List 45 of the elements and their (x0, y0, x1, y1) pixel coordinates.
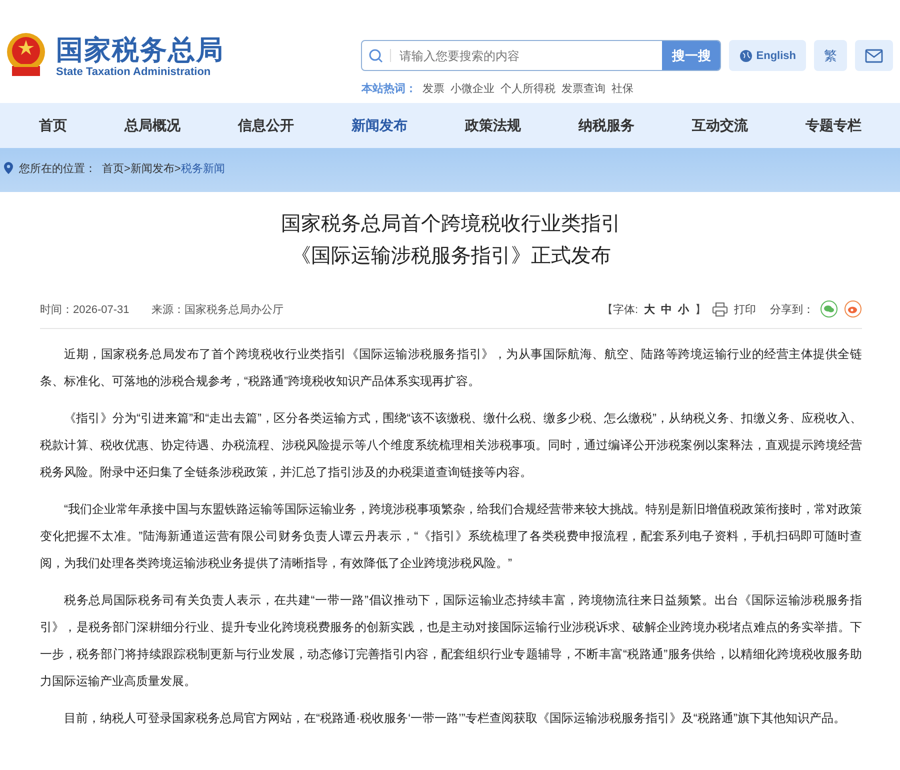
article-paragraph: “我们企业常年承接中国与东盟铁路运输等国际运输业务，跨境涉税事项繁杂，给我们合规经营带来较大挑战。特别是新旧增值税政策衔接时，常对政策变化把握不太准。”陆海新通道运营有限公司财务负责人谭云丹表示，“《指引》系统梳理了各类税费申报流程，配套系列电子资料，手机扫码即可随时查阅，为我们处理各类跨境运输涉税业务提供了清晰指导，有效降低了企业跨境涉税风险。” (40, 501, 862, 572)
nav-tab[interactable]: 新闻发布 (351, 116, 408, 134)
nav-tab[interactable]: 首页 (38, 116, 67, 134)
hot-words-label: 本站热词： (361, 82, 416, 96)
font-size-link[interactable]: 小 (678, 302, 689, 316)
nav-tab[interactable]: 总局概况 (124, 116, 180, 134)
nav-tab[interactable]: 互动交流 (692, 116, 748, 134)
breadcrumb-link[interactable]: 税务新闻 (180, 160, 225, 176)
hot-word-link[interactable]: 发票 (422, 81, 444, 96)
location-pin-icon (4, 162, 13, 174)
article-source: 来源：国家税务总局办公厅 (151, 302, 284, 316)
nav-tab[interactable]: 政策法规 (464, 116, 521, 134)
breadcrumb-label: 您所在的位置： (19, 162, 96, 176)
share-label: 分享到： (770, 302, 814, 316)
article-paragraph: 目前，纳税人可登录国家税务总局官方网站，在“税路通·税收服务‘一带一路’”专栏查阅获取《国际运输涉税服务指引》及“税路通”旗下其他知识产品。 (63, 710, 846, 727)
font-size-link[interactable]: 大 (644, 302, 655, 316)
traditional-chinese-button[interactable]: 繁 (814, 40, 847, 71)
nav-tab[interactable]: 信息公开 (238, 116, 294, 134)
breadcrumb-link[interactable]: 首页>新闻发布> (102, 160, 181, 176)
printer-icon[interactable] (712, 302, 728, 316)
font-size-link[interactable]: 中 (661, 302, 672, 316)
article-paragraph: 近期，国家税务总局发布了首个跨境税收行业类指引《国际运输涉税服务指引》，为从事国际航海、航空、陆路等跨境运输行业的经营主体提供全链条、标准化、可落地的涉税合规参考，“税路通”跨境税收知识产品体系实现再扩容。 (40, 346, 862, 390)
article-paragraph: 税务总局国际税务司有关负责人表示，在共建“一带一路”倡议推动下，国际运输业态持续丰富，跨境物流往来日益频繁。出台《国际运输涉税服务指引》，是税务部门深耕细分行业、提升专业化跨境税费服务的创新实践，也是主动对接国际运输行业涉税诉求、破解企业跨境办税堵点难点的务实举措。下一步，税务部门将持续跟踪税制更新与行业发展，动态修订完善指引内容，配套组织行业专题辅导，不断丰富“税路通”服务供给，以精细化跨境税收服务助力国际运输产业高质量发展。 (40, 592, 862, 690)
mail-button[interactable] (855, 40, 893, 71)
print-link[interactable]: 打印 (734, 302, 756, 316)
font-size-label: 【字体: (602, 302, 638, 316)
nav-tab[interactable]: 纳税服务 (578, 116, 634, 134)
site-subtitle: State Taxation Administration (56, 66, 212, 78)
site-title: 国家税务总局 (56, 34, 224, 66)
english-button[interactable]: English (729, 40, 806, 71)
nav-tab[interactable]: 专题专栏 (805, 116, 862, 134)
hot-word-link[interactable]: 社保 (611, 81, 634, 96)
hot-word-link[interactable]: 个人所得税 (500, 81, 556, 96)
article-title: 《国际运输涉税服务指引》正式发布 (290, 244, 612, 269)
weibo-share-icon[interactable] (844, 300, 862, 318)
article-paragraph: 《指引》分为“引进来篇”和“走出去篇”，区分各类运输方式，围绕“该不该缴税、缴什么税、缴多少税、怎么缴税”，从纳税义务、扣缴义务、应税收入、税款计算、税收优惠、协定待遇、办税流程、涉税风险提示等八个维度系统梳理相关涉税事项。同时，通过编译公开涉税案例以案释法，直观提示跨境经营税务风险。附录中还归集了全链条涉税政策，并汇总了指引涉及的办税渠道查询链接等内容。 (40, 410, 862, 481)
article-title: 国家税务总局首个跨境税收行业类指引 (280, 212, 622, 237)
search-icon (368, 48, 384, 64)
bracket-text: 】 (695, 302, 706, 316)
publish-time: 时间：2026-07-31 (40, 302, 130, 316)
mail-icon (865, 48, 883, 62)
hot-word-link[interactable]: 发票查询 (561, 81, 606, 96)
hot-word-link[interactable]: 小微企业 (450, 81, 494, 96)
chat-share-icon[interactable] (820, 300, 838, 318)
globe-icon (739, 48, 754, 62)
